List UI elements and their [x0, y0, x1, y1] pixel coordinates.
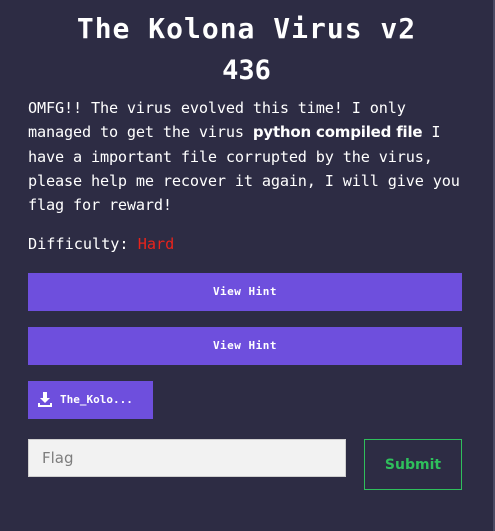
flag-input[interactable]	[28, 439, 346, 477]
difficulty-label: Difficulty:	[28, 235, 129, 253]
view-hint-button-2[interactable]: View Hint	[28, 327, 462, 365]
challenge-description: OMFG!! The virus evolved this time! I on…	[28, 96, 468, 217]
download-file-button[interactable]: The_Kolo...	[28, 381, 153, 419]
download-icon	[38, 392, 52, 407]
challenge-modal: The Kolona Virus v2 436 OMFG!! The virus…	[0, 0, 493, 531]
view-hint-button-1[interactable]: View Hint	[28, 273, 462, 311]
file-name-label: The_Kolo...	[60, 393, 133, 406]
description-bold-text: python compiled file	[252, 123, 423, 142]
challenge-points: 436	[222, 55, 271, 86]
submit-button[interactable]: Submit	[364, 439, 462, 490]
difficulty-value: Hard	[137, 235, 175, 253]
difficulty-row: Difficulty: Hard	[28, 232, 174, 256]
challenge-title: The Kolona Virus v2	[76, 12, 417, 45]
